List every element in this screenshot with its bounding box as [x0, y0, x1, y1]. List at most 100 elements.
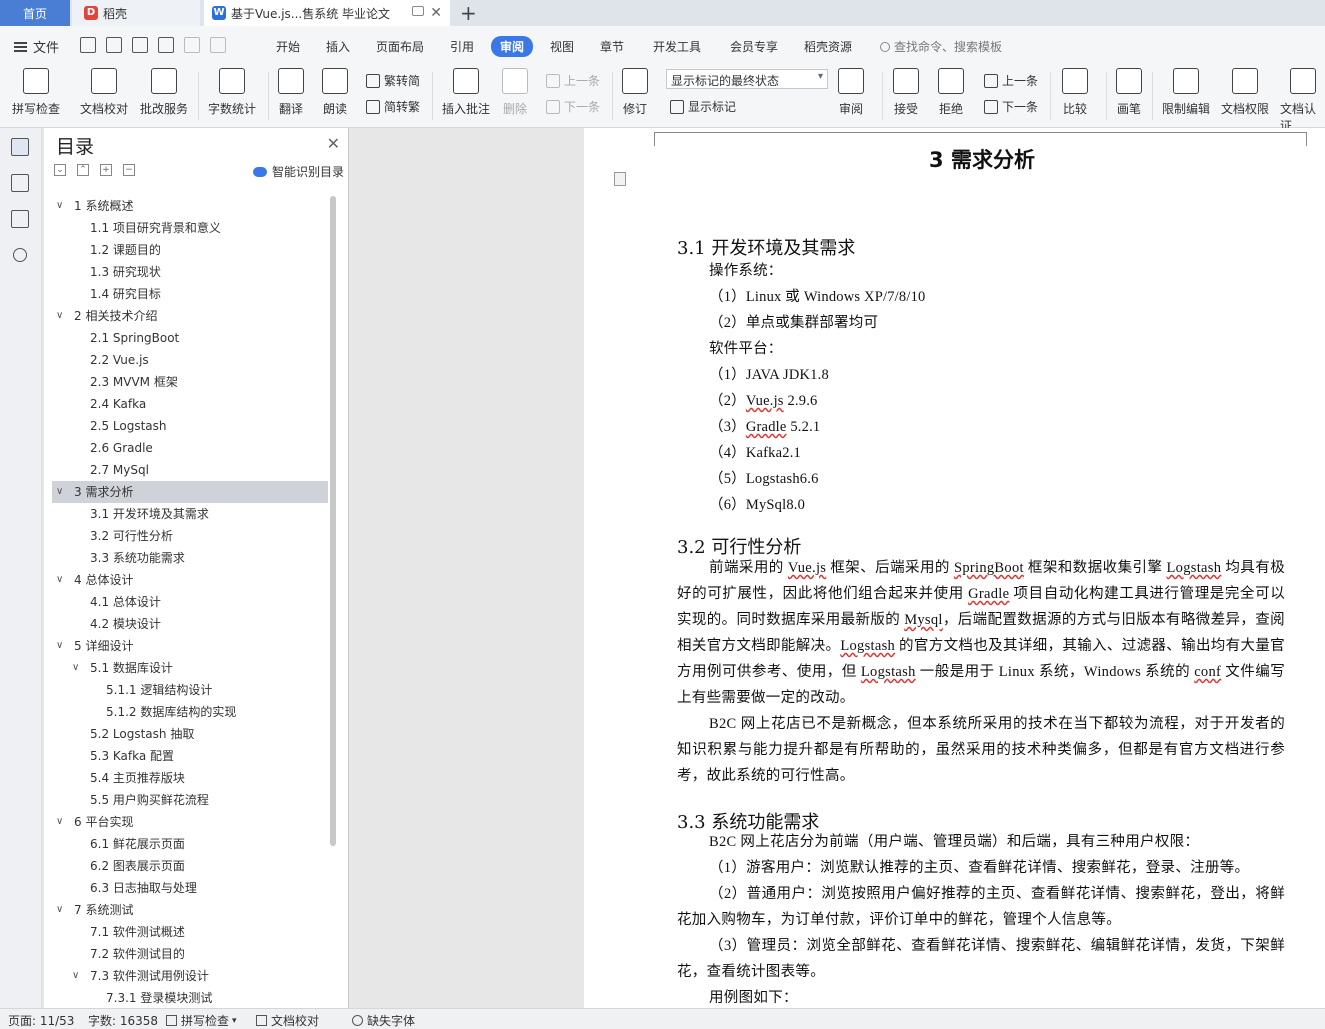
review-pane-button[interactable]: 审阅: [838, 68, 864, 117]
chevron-down-icon[interactable]: ∨: [56, 195, 63, 217]
toc-item[interactable]: ∨ 5.1 数据库设计: [52, 657, 328, 679]
missing-font-indicator[interactable]: 缺失字体: [352, 1012, 415, 1029]
tab-daoke[interactable]: D 稻壳: [72, 0, 200, 26]
spell-error-word[interactable]: Vue.js: [788, 560, 826, 576]
toc-item[interactable]: 4.1 总体设计: [52, 591, 328, 613]
status-proofread[interactable]: 文档校对: [256, 1012, 319, 1029]
restrict-editing-button[interactable]: 限制编辑: [1162, 68, 1210, 117]
toc-item[interactable]: 7.2 软件测试目的: [52, 943, 328, 965]
chevron-down-icon[interactable]: ∨: [72, 657, 79, 679]
toc-item[interactable]: 5.1.1 逻辑结构设计: [52, 679, 328, 701]
chevron-down-icon[interactable]: ∨: [56, 899, 63, 921]
menu-start[interactable]: 开始: [276, 38, 300, 55]
menu-section[interactable]: 章节: [600, 38, 624, 55]
remove-item-icon[interactable]: −: [123, 164, 135, 176]
pen-button[interactable]: 画笔: [1116, 68, 1142, 117]
document-certification-button[interactable]: 文档认证: [1280, 68, 1325, 134]
next-change-button[interactable]: 下一条: [984, 98, 1038, 115]
toc-item[interactable]: ∨ 3 需求分析: [52, 481, 328, 503]
toc-item[interactable]: 5.4 主页推荐版块: [52, 767, 328, 789]
translate-button[interactable]: 翻译: [278, 68, 304, 117]
proofread-button[interactable]: 文档校对: [80, 68, 128, 117]
toc-item[interactable]: ∨ 7.3 软件测试用例设计: [52, 965, 328, 987]
menu-insert[interactable]: 插入: [326, 38, 350, 55]
spell-error-word[interactable]: Mysql: [904, 612, 943, 628]
print-icon[interactable]: [132, 37, 148, 53]
toc-item[interactable]: 2.6 Gradle: [52, 437, 328, 459]
spell-error-word[interactable]: Vue.js: [746, 393, 784, 409]
toc-item[interactable]: 5.1.2 数据库结构的实现: [52, 701, 328, 723]
spell-error-word[interactable]: conf: [1194, 664, 1221, 680]
toc-item[interactable]: 3.1 开发环境及其需求: [52, 503, 328, 525]
toc-item[interactable]: 2.5 Logstash: [52, 415, 328, 437]
word-count-indicator[interactable]: 字数: 16358: [88, 1012, 158, 1029]
toc-item[interactable]: 1.1 项目研究背景和意义: [52, 217, 328, 239]
next-comment-button[interactable]: 下一条: [546, 98, 600, 115]
add-item-icon[interactable]: +: [100, 164, 112, 176]
toc-item[interactable]: 5.3 Kafka 配置: [52, 745, 328, 767]
toc-item[interactable]: 1.3 研究现状: [52, 261, 328, 283]
toc-item[interactable]: 6.2 图表展示页面: [52, 855, 328, 877]
toc-item[interactable]: 1.2 课题目的: [52, 239, 328, 261]
show-markup-button[interactable]: 显示标记: [670, 98, 736, 115]
undo-icon[interactable]: [184, 37, 200, 53]
expand-icon[interactable]: ⌄: [54, 164, 66, 176]
spell-error-word[interactable]: Logstash: [840, 638, 895, 654]
spell-check-button[interactable]: 拼写检查: [12, 68, 60, 117]
toc-panel-icon[interactable]: [11, 138, 29, 156]
prev-change-button[interactable]: 上一条: [984, 72, 1038, 89]
redo-icon[interactable]: [210, 37, 226, 53]
toc-item[interactable]: 2.7 MySql: [52, 459, 328, 481]
spell-error-word[interactable]: Logstash: [861, 664, 916, 680]
collapse-icon[interactable]: ⌃: [77, 164, 89, 176]
spell-error-word[interactable]: Gradle: [746, 419, 787, 435]
chevron-down-icon[interactable]: ∨: [56, 305, 63, 327]
toc-item[interactable]: 7.3.1 登录模块测试: [52, 987, 328, 1009]
close-panel-icon[interactable]: ✕: [327, 134, 340, 153]
tab-document[interactable]: W 基于Vue.js...售系统 毕业论文 ✕: [204, 0, 450, 26]
bookmark-icon[interactable]: [11, 210, 29, 228]
chevron-down-icon[interactable]: ∨: [56, 481, 63, 503]
print-preview-icon[interactable]: [158, 37, 174, 53]
chevron-down-icon[interactable]: ∨: [56, 811, 63, 833]
toc-item[interactable]: 6.3 日志抽取与处理: [52, 877, 328, 899]
menu-developer[interactable]: 开发工具: [653, 38, 701, 55]
toc-scrollbar[interactable]: [330, 196, 336, 846]
menu-daoke-resources[interactable]: 稻壳资源: [804, 38, 852, 55]
page-indicator[interactable]: 页面: 11/53: [8, 1012, 74, 1029]
document-page[interactable]: 3 需求分析 3.1 开发环境及其需求 操作系统： （1）Linux 或 Win…: [584, 128, 1325, 1008]
new-tab-icon[interactable]: +: [460, 1, 477, 25]
close-tab-icon[interactable]: ✕: [430, 5, 442, 21]
menu-view[interactable]: 视图: [550, 38, 574, 55]
toc-item[interactable]: ∨ 6 平台实现: [52, 811, 328, 833]
toc-item[interactable]: 2.2 Vue.js: [52, 349, 328, 371]
reject-button[interactable]: 拒绝: [938, 68, 964, 117]
file-menu[interactable]: 文件: [14, 37, 59, 56]
menu-references[interactable]: 引用: [450, 38, 474, 55]
trad-to-simp-button[interactable]: 繁转简: [366, 72, 420, 89]
toc-item[interactable]: 7.1 软件测试概述: [52, 921, 328, 943]
export-icon[interactable]: [106, 37, 122, 53]
toc-item[interactable]: 2.1 SpringBoot: [52, 327, 328, 349]
toc-item[interactable]: 2.3 MVVM 框架: [52, 371, 328, 393]
chevron-down-icon[interactable]: ∨: [56, 635, 63, 657]
toc-item[interactable]: 1.4 研究目标: [52, 283, 328, 305]
menu-layout[interactable]: 页面布局: [376, 38, 424, 55]
paragraph-options-icon[interactable]: [614, 172, 626, 186]
track-changes-button[interactable]: 修订: [622, 68, 648, 117]
save-icon[interactable]: [80, 37, 96, 53]
insert-comment-button[interactable]: 插入批注: [442, 68, 490, 117]
spell-error-word[interactable]: Gradle: [968, 586, 1009, 602]
toc-item[interactable]: ∨ 4 总体设计: [52, 569, 328, 591]
toc-item[interactable]: ∨ 5 详细设计: [52, 635, 328, 657]
toc-item[interactable]: ∨ 1 系统概述: [52, 195, 328, 217]
toc-item[interactable]: 3.3 系统功能需求: [52, 547, 328, 569]
tab-home[interactable]: 首页: [0, 0, 70, 26]
chevron-down-icon[interactable]: ∨: [72, 965, 79, 987]
batch-service-button[interactable]: 批改服务: [140, 68, 188, 117]
window-icon[interactable]: [412, 6, 424, 16]
compare-button[interactable]: 比较: [1062, 68, 1088, 117]
toc-item[interactable]: ∨ 7 系统测试: [52, 899, 328, 921]
find-icon[interactable]: [13, 248, 27, 262]
toc-item[interactable]: 2.4 Kafka: [52, 393, 328, 415]
